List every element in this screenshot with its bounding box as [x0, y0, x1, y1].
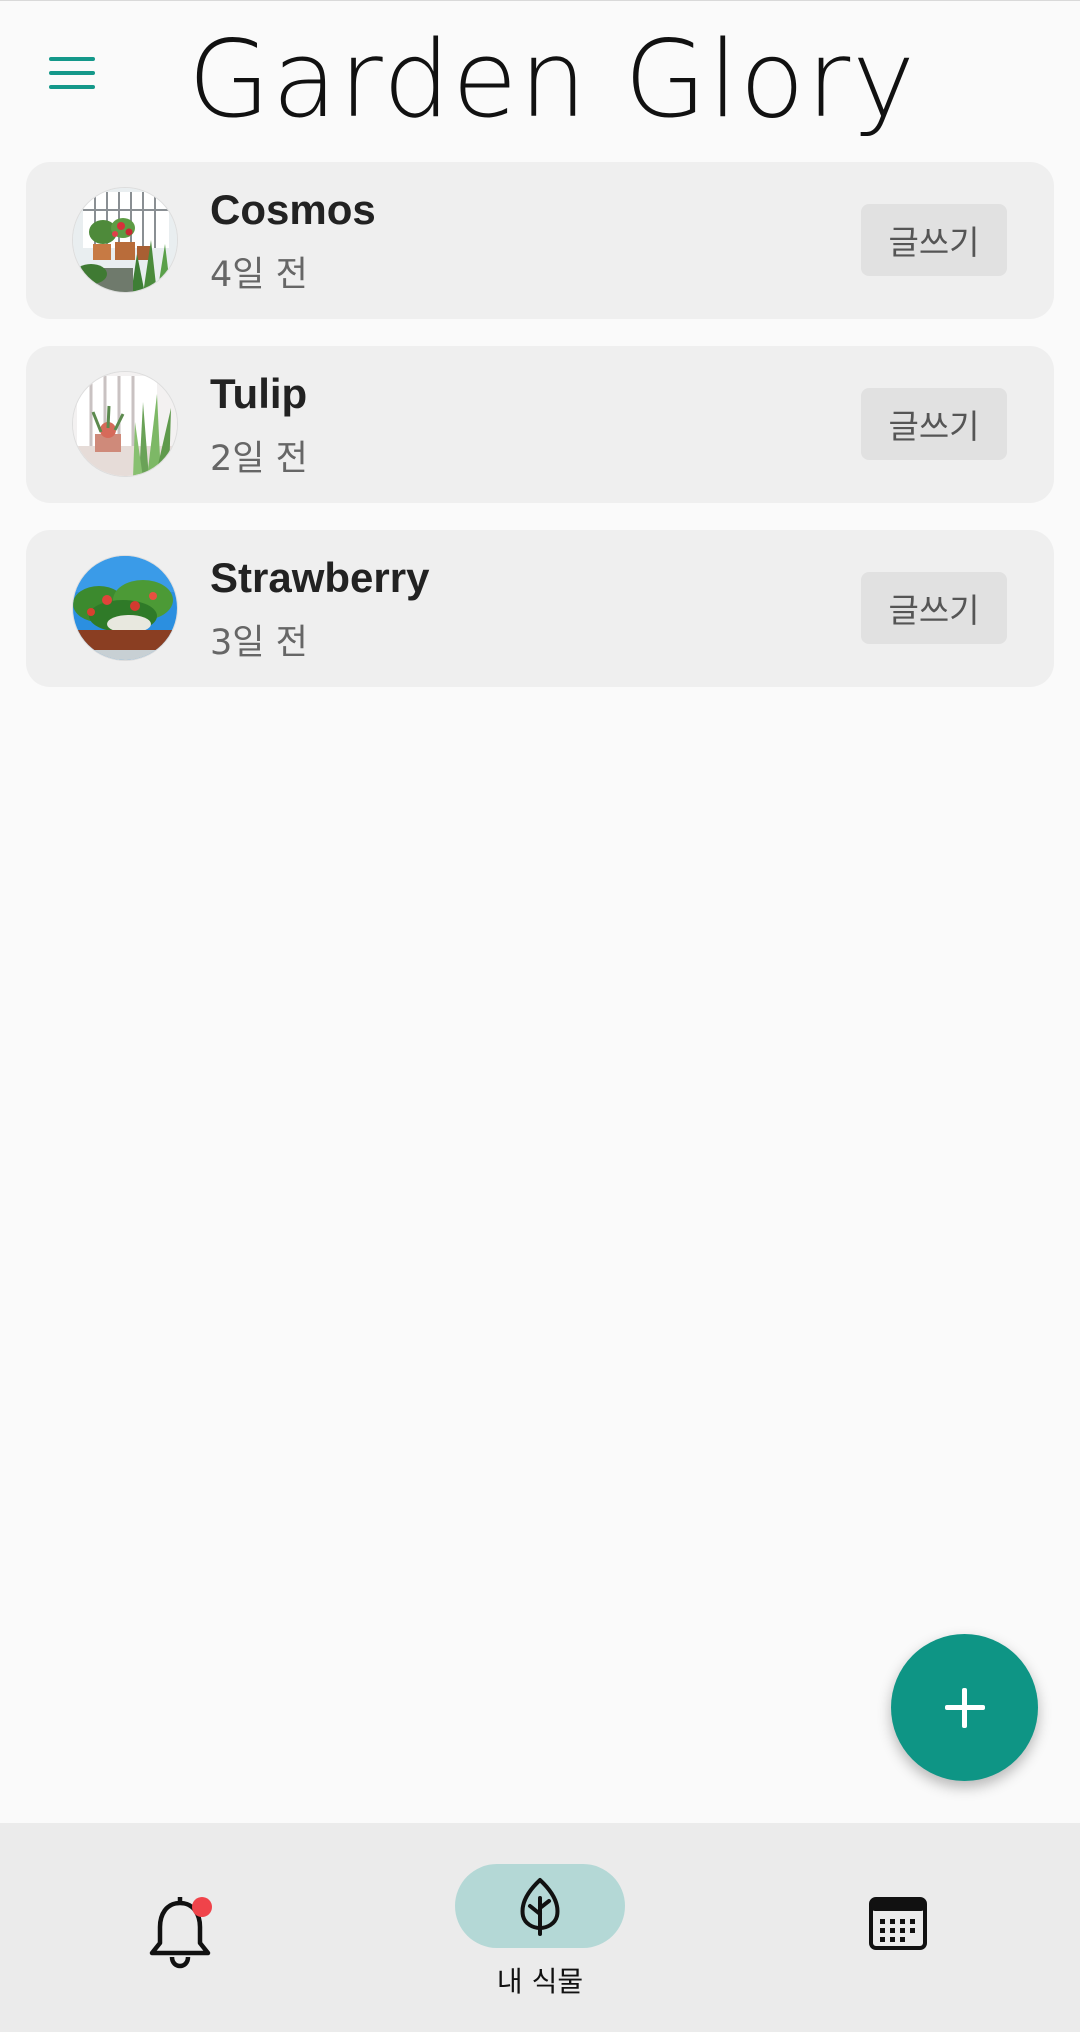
my-plants-screen: Garden Glory Cosmos 4일 전 글쓰기 Tulip 2일 전 …	[0, 0, 1080, 2032]
nav-item-notifications[interactable]	[140, 1893, 220, 1973]
write-button[interactable]: 글쓰기	[861, 204, 1007, 276]
plant-name: Tulip	[210, 370, 308, 417]
plant-card-cosmos[interactable]: Cosmos 4일 전 글쓰기	[26, 162, 1054, 319]
plant-photo	[72, 555, 178, 661]
nav-item-my-plants[interactable]: 내 식물	[455, 1864, 625, 2004]
app-title: Garden Glory	[188, 18, 917, 141]
plant-photo	[72, 371, 178, 477]
notification-badge	[192, 1897, 212, 1917]
plant-card-tulip[interactable]: Tulip 2일 전 글쓰기	[26, 346, 1054, 503]
plant-last-updated: 3일 전	[210, 623, 308, 663]
nav-label: 내 식물	[496, 1965, 584, 1998]
add-plant-button[interactable]	[891, 1634, 1038, 1781]
plant-last-updated: 4일 전	[210, 255, 308, 295]
write-button[interactable]: 글쓰기	[861, 572, 1007, 644]
plant-card-strawberry[interactable]: Strawberry 3일 전 글쓰기	[26, 530, 1054, 687]
plus-icon	[944, 1687, 985, 1728]
plant-list: Cosmos 4일 전 글쓰기 Tulip 2일 전 글쓰기 Strawberr…	[26, 162, 1054, 714]
hamburger-menu-icon[interactable]	[40, 51, 104, 101]
plant-last-updated: 2일 전	[210, 439, 308, 479]
nav-item-calendar[interactable]	[868, 1895, 928, 1951]
bottom-navigation: 내 식물	[0, 1823, 1080, 2032]
app-header: Garden Glory	[0, 1, 1080, 161]
plant-photo	[72, 187, 178, 293]
write-button[interactable]: 글쓰기	[861, 388, 1007, 460]
leaf-icon	[520, 1878, 560, 1936]
plant-name: Strawberry	[210, 554, 430, 601]
plant-name: Cosmos	[210, 186, 376, 233]
selected-indicator	[455, 1864, 625, 1948]
calendar-icon	[869, 1897, 927, 1950]
